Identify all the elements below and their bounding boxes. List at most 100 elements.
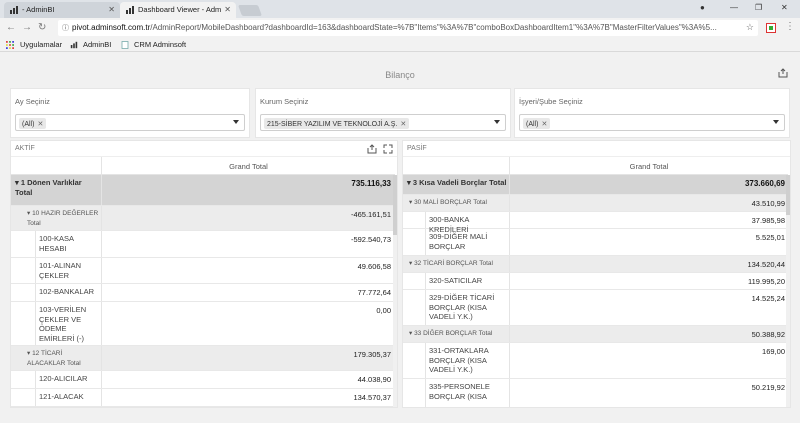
row-value: 134.520,44 bbox=[747, 260, 785, 269]
row-value: 169,00 bbox=[762, 347, 785, 356]
pasif-pivot: PASİF Grand Total ▾ 3 Kısa Vadeli Borçla… bbox=[402, 140, 791, 408]
pivot-corner bbox=[403, 157, 509, 175]
row-label: ▾ 1 Dönen Varlıklar Total bbox=[15, 178, 82, 197]
row-value: 179.305,37 bbox=[353, 350, 391, 359]
chevron-down-icon[interactable] bbox=[773, 120, 779, 124]
forward-icon[interactable]: → bbox=[22, 22, 32, 33]
maximize-icon[interactable] bbox=[383, 144, 393, 154]
row-label: ▾ 30 MALİ BORÇLAR Total bbox=[409, 199, 487, 206]
address-bar[interactable]: ⓘ pivot.adminsoft.com.tr/AdminReport/Mob… bbox=[58, 20, 758, 36]
branch-combobox[interactable]: (All) ✕ bbox=[519, 114, 785, 131]
remove-chip-icon[interactable]: ✕ bbox=[541, 121, 547, 128]
scrollbar[interactable] bbox=[393, 175, 397, 407]
pivot-row: 102-BANKALAR 77.772,64 bbox=[11, 284, 397, 302]
row-label: ▾ 3 Kısa Vadeli Borçlar Total bbox=[407, 178, 507, 187]
url-domain: pivot.adminsoft.com.tr bbox=[72, 23, 151, 32]
row-label: 103-VERİLEN ÇEKLER VE ÖDEME EMİRLERİ (-) bbox=[39, 305, 87, 343]
chip-label: (All) bbox=[526, 121, 539, 128]
filter-card-ay: Ay Seçiniz (All) ✕ bbox=[10, 88, 250, 138]
company-combobox[interactable]: 215-SİBER YAZILIM VE TEKNOLOJİ A.Ş. ✕ bbox=[260, 114, 506, 131]
filter-card-isyeri: İşyeri/Şube Seçiniz (All) ✕ bbox=[514, 88, 790, 138]
bookmark-adminbi[interactable]: AdminBI bbox=[83, 40, 111, 49]
row-value: -592.540,73 bbox=[350, 235, 391, 244]
filter-label: Kurum Seçiniz bbox=[260, 97, 309, 106]
row-label: 121-ALACAK bbox=[39, 392, 84, 401]
aktif-pivot: AKTİF Grand Total ▾ 1 Dönen Varlıklar To… bbox=[10, 140, 398, 408]
scrollbar-thumb[interactable] bbox=[393, 175, 397, 235]
pivot-group-row[interactable]: ▾ 3 Kısa Vadeli Borçlar Total 373.660,69 bbox=[403, 175, 790, 195]
pivot-row: 300-BANKA KREDİLERİ 37.985,98 bbox=[403, 212, 790, 234]
row-value: 373.660,69 bbox=[744, 179, 785, 188]
export-icon[interactable] bbox=[367, 144, 377, 154]
extension-icon[interactable] bbox=[766, 23, 776, 33]
chip-label: (All) bbox=[22, 121, 35, 128]
close-window-icon[interactable]: ✕ bbox=[781, 3, 788, 12]
row-value: 119.995,20 bbox=[748, 277, 785, 286]
row-value: 134.570,37 bbox=[353, 393, 391, 402]
info-icon[interactable]: ⓘ bbox=[62, 23, 69, 33]
row-value: 43.510,99 bbox=[751, 199, 785, 208]
export-icon[interactable] bbox=[778, 68, 788, 78]
pivot-group-row[interactable]: ▾ 30 MALİ BORÇLAR Total 43.510,99 bbox=[403, 195, 790, 212]
profile-icon[interactable]: ● bbox=[700, 3, 705, 12]
pivot-row: 309-DİĞER MALİ BORÇLAR 5.525,01 bbox=[403, 229, 790, 256]
browser-tab-dashboard-viewer[interactable]: Dashboard Viewer - Adm ✕ bbox=[120, 2, 236, 18]
pivot-row: 100-KASA HESABI -592.540,73 bbox=[11, 231, 397, 258]
pivot-header: AKTİF bbox=[11, 141, 397, 157]
row-value: 50.388,92 bbox=[751, 330, 785, 339]
bookmark-crm[interactable]: CRM Adminsoft bbox=[134, 40, 186, 49]
new-tab-button[interactable] bbox=[237, 5, 263, 16]
row-divider bbox=[35, 231, 36, 257]
pivot-row: 335-PERSONELE BORÇLAR (KISA 50.219,92 bbox=[403, 379, 790, 407]
pivot-group-row[interactable]: ▾ 33 DİĞER BORÇLAR Total 50.388,92 bbox=[403, 326, 790, 343]
filter-label: Ay Seçiniz bbox=[15, 97, 50, 106]
scrollbar[interactable] bbox=[786, 175, 790, 407]
pivot-title: PASİF bbox=[407, 145, 427, 152]
remove-chip-icon[interactable]: ✕ bbox=[37, 121, 43, 128]
restore-icon[interactable]: ❐ bbox=[755, 3, 762, 12]
bookmarks-bar: Uygulamalar AdminBI CRM Adminsoft bbox=[0, 38, 800, 52]
pivot-corner bbox=[11, 157, 101, 175]
pivot-group-row[interactable]: ▾ 1 Dönen Varlıklar Total 735.116,33 bbox=[11, 175, 397, 206]
menu-icon[interactable]: ⋮ bbox=[785, 21, 795, 32]
tab-title: Dashboard Viewer - Adm bbox=[138, 5, 222, 14]
row-label: 101-ALINAN ÇEKLER bbox=[39, 261, 82, 280]
chevron-down-icon[interactable] bbox=[494, 120, 500, 124]
remove-chip-icon[interactable]: ✕ bbox=[400, 121, 406, 128]
apps-grid-icon[interactable] bbox=[6, 41, 14, 49]
close-tab-icon[interactable]: ✕ bbox=[108, 5, 115, 14]
month-combobox[interactable]: (All) ✕ bbox=[15, 114, 245, 131]
bar-chart-icon bbox=[126, 6, 134, 14]
url-path: /AdminReport/MobileDashboard?dashboardId… bbox=[150, 23, 717, 32]
filter-chip: (All) ✕ bbox=[523, 118, 551, 129]
bookmark-apps[interactable]: Uygulamalar bbox=[20, 40, 62, 49]
row-divider bbox=[35, 284, 36, 301]
browser-tab-adminbi[interactable]: - AdminBI ✕ bbox=[4, 2, 120, 18]
pivot-header: PASİF bbox=[403, 141, 790, 157]
row-divider bbox=[35, 371, 36, 388]
dashboard: Bilanço Ay Seçiniz (All) ✕ Kurum Seçiniz … bbox=[0, 52, 800, 423]
browser-toolbar: ← → ↻ ⓘ pivot.adminsoft.com.tr/AdminRepo… bbox=[0, 18, 800, 38]
row-divider bbox=[425, 212, 426, 228]
pivot-group-row[interactable]: ▾ 12 TİCARİ ALACAKLAR Total 179.305,37 bbox=[11, 346, 397, 371]
reload-icon[interactable]: ↻ bbox=[38, 22, 46, 33]
filter-chip: (All) ✕ bbox=[19, 118, 47, 129]
close-tab-icon[interactable]: ✕ bbox=[224, 5, 231, 14]
row-label: ▾ 33 DİĞER BORÇLAR Total bbox=[409, 330, 493, 337]
scrollbar-thumb[interactable] bbox=[786, 175, 790, 215]
chevron-down-icon[interactable] bbox=[233, 120, 239, 124]
row-value: 37.985,98 bbox=[751, 216, 785, 225]
row-divider bbox=[425, 343, 426, 378]
minimize-icon[interactable]: — bbox=[730, 3, 738, 12]
pivot-group-row[interactable]: ▾ 10 HAZIR DEĞERLER Total -465.161,51 bbox=[11, 206, 397, 231]
row-value: -465.161,51 bbox=[350, 210, 391, 219]
column-header: Grand Total bbox=[509, 157, 788, 175]
pivot-row: 329-DİĞER TİCARİ BORÇLAR (KISA VADELİ Y.… bbox=[403, 290, 790, 326]
filter-card-kurum: Kurum Seçiniz 215-SİBER YAZILIM VE TEKNO… bbox=[255, 88, 511, 138]
bookmark-star-icon[interactable]: ☆ bbox=[746, 22, 754, 33]
row-label: 335-PERSONELE BORÇLAR (KISA bbox=[429, 382, 490, 401]
pivot-group-row[interactable]: ▾ 32 TİCARİ BORÇLAR Total 134.520,44 bbox=[403, 256, 790, 273]
back-icon[interactable]: ← bbox=[6, 22, 16, 33]
row-value: 44.038,90 bbox=[357, 375, 391, 384]
row-divider bbox=[425, 290, 426, 325]
